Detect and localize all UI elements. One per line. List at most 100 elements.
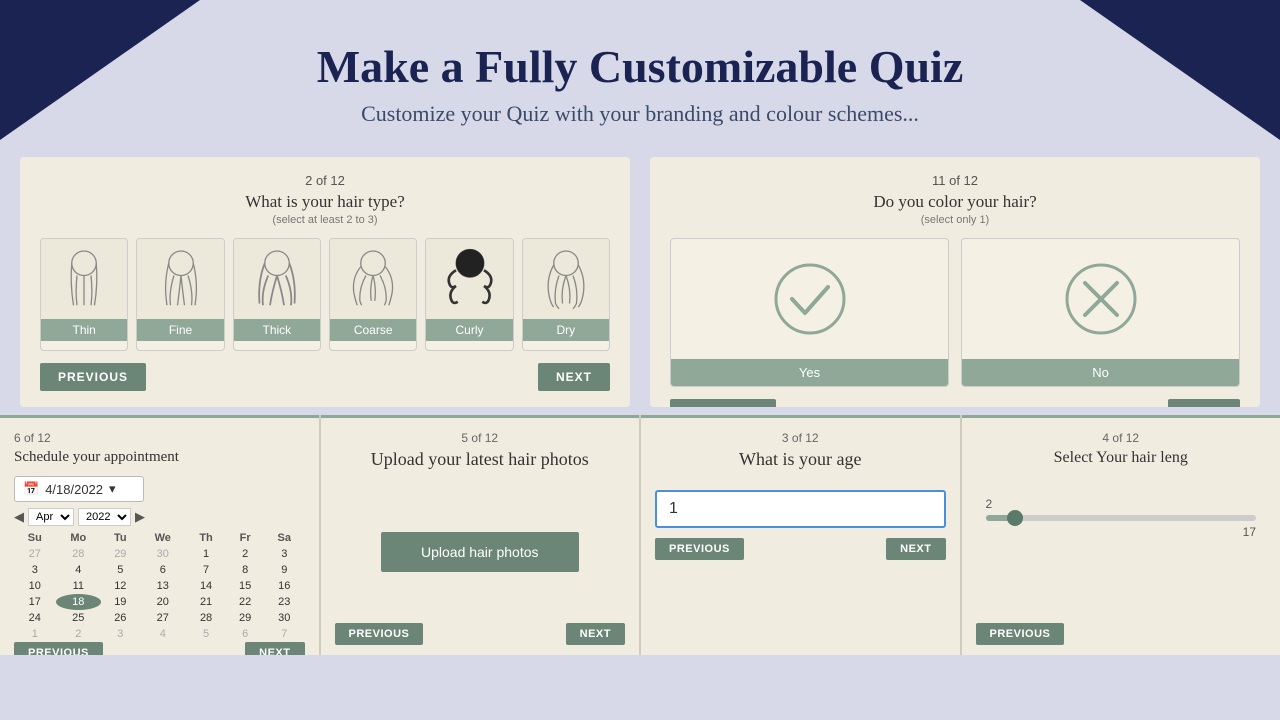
cal-day[interactable]: 29 (101, 546, 140, 562)
calendar-next-arrow[interactable]: ▶ (135, 509, 145, 525)
hair-label-dry: Dry (523, 319, 609, 341)
hair-label-coarse: Coarse (330, 319, 416, 341)
hair-option-curly[interactable]: Curly (425, 238, 513, 351)
cal-day[interactable]: 20 (140, 594, 186, 610)
cal-day[interactable]: 2 (226, 546, 264, 562)
cal-day[interactable]: 3 (264, 546, 304, 562)
color-hair-next-button[interactable]: NEXT (1168, 399, 1240, 407)
hair-type-prev-button[interactable]: PREVIOUS (40, 363, 146, 391)
cal-day[interactable]: 10 (14, 578, 56, 594)
cal-day[interactable]: 7 (264, 626, 304, 642)
cal-th-tu: Tu (101, 530, 140, 546)
cal-day[interactable]: 19 (101, 594, 140, 610)
schedule-progress: 6 of 12 (14, 431, 305, 445)
age-prev-button[interactable]: PREVIOUS (655, 538, 744, 560)
cal-day[interactable]: 1 (186, 546, 226, 562)
upload-prev-button[interactable]: PREVIOUS (335, 623, 424, 645)
hair-option-thick[interactable]: Thick (233, 238, 321, 351)
cal-day[interactable]: 11 (56, 578, 101, 594)
cal-day[interactable]: 8 (226, 562, 264, 578)
cal-day[interactable]: 4 (56, 562, 101, 578)
cal-day[interactable]: 5 (101, 562, 140, 578)
cal-day[interactable]: 26 (101, 610, 140, 626)
schedule-prev-button[interactable]: PREVIOUS (14, 642, 103, 655)
cal-day[interactable]: 3 (101, 626, 140, 642)
yes-label: Yes (671, 359, 948, 386)
cal-day[interactable]: 28 (56, 546, 101, 562)
cal-day[interactable]: 12 (101, 578, 140, 594)
age-question: What is your age (655, 449, 946, 470)
age-next-button[interactable]: NEXT (886, 538, 945, 560)
cal-day[interactable]: 3 (14, 562, 56, 578)
hair-option-thin[interactable]: Thin (40, 238, 128, 351)
cal-day[interactable]: 13 (140, 578, 186, 594)
cal-day[interactable]: 4 (140, 626, 186, 642)
cal-day-today[interactable]: 18 (56, 594, 101, 610)
cal-day[interactable]: 17 (14, 594, 56, 610)
upload-nav: PREVIOUS NEXT (335, 623, 626, 645)
cal-day[interactable]: 15 (226, 578, 264, 594)
cal-day[interactable]: 6 (140, 562, 186, 578)
hair-option-dry[interactable]: Dry (522, 238, 610, 351)
panels-row2: 6 of 12 Schedule your appointment 📅 4/18… (0, 415, 1280, 655)
hair-label-curly: Curly (426, 319, 512, 341)
yn-options: Yes No (670, 238, 1240, 387)
age-input[interactable] (655, 490, 946, 528)
yes-icon-area (750, 239, 870, 359)
page-subtitle: Customize your Quiz with your branding a… (20, 101, 1260, 127)
cal-th-th: Th (186, 530, 226, 546)
upload-button[interactable]: Upload hair photos (381, 532, 579, 572)
calendar-prev-arrow[interactable]: ◀ (14, 509, 24, 525)
cal-day[interactable]: 25 (56, 610, 101, 626)
length-prev-button[interactable]: PREVIOUS (976, 623, 1065, 645)
calendar-date-bar[interactable]: 📅 4/18/2022 ▾ (14, 476, 144, 502)
panel-color-hair: 11 of 12 Do you color your hair? (select… (650, 157, 1260, 407)
calendar-container: 📅 4/18/2022 ▾ ◀ Apr 2022 ▶ Su Mo (14, 476, 305, 642)
slider-thumb[interactable] (1007, 510, 1023, 526)
cal-day[interactable]: 24 (14, 610, 56, 626)
cal-day[interactable]: 1 (14, 626, 56, 642)
hair-label-thin: Thin (41, 319, 127, 341)
calendar-table: Su Mo Tu We Th Fr Sa 27 28 29 30 (14, 530, 305, 642)
hair-type-next-button[interactable]: NEXT (538, 363, 610, 391)
cal-day[interactable]: 27 (140, 610, 186, 626)
calendar-date-value: 4/18/2022 (45, 482, 103, 497)
cal-day[interactable]: 22 (226, 594, 264, 610)
no-label: No (962, 359, 1239, 386)
cal-day[interactable]: 27 (14, 546, 56, 562)
cal-day[interactable]: 5 (186, 626, 226, 642)
upload-next-button[interactable]: NEXT (566, 623, 625, 645)
yn-option-no[interactable]: No (961, 238, 1240, 387)
age-nav: PREVIOUS NEXT (655, 538, 946, 560)
schedule-nav: PREVIOUS NEXT (14, 642, 305, 655)
cal-day[interactable]: 28 (186, 610, 226, 626)
hair-option-fine[interactable]: Fine (136, 238, 224, 351)
color-hair-nav: PREVIOUS NEXT (670, 399, 1240, 407)
cal-day[interactable]: 6 (226, 626, 264, 642)
cal-day[interactable]: 30 (264, 610, 304, 626)
panels-row1: 2 of 12 What is your hair type? (select … (0, 157, 1280, 407)
slider-max-value: 17 (986, 525, 1257, 539)
color-hair-prev-button[interactable]: PREVIOUS (670, 399, 776, 407)
panel-hair-length: 4 of 12 Select Your hair leng 2 17 PREVI… (962, 415, 1280, 655)
cal-day[interactable]: 21 (186, 594, 226, 610)
cal-day[interactable]: 14 (186, 578, 226, 594)
calendar-year-select[interactable]: 2022 (78, 508, 131, 526)
cal-day[interactable]: 29 (226, 610, 264, 626)
hair-type-instruction: (select at least 2 to 3) (40, 214, 610, 226)
hair-label-thick: Thick (234, 319, 320, 341)
schedule-next-button[interactable]: NEXT (245, 642, 304, 655)
yn-option-yes[interactable]: Yes (670, 238, 949, 387)
cal-day[interactable]: 9 (264, 562, 304, 578)
cal-day[interactable]: 2 (56, 626, 101, 642)
cal-day[interactable]: 23 (264, 594, 304, 610)
cal-day[interactable]: 7 (186, 562, 226, 578)
cal-day[interactable]: 16 (264, 578, 304, 594)
hair-option-coarse[interactable]: Coarse (329, 238, 417, 351)
cal-day[interactable]: 30 (140, 546, 186, 562)
hair-type-progress: 2 of 12 (40, 173, 610, 188)
calendar-month-select[interactable]: Apr (28, 508, 74, 526)
slider-min-label: 2 (986, 497, 993, 511)
upload-progress-line (321, 415, 640, 418)
schedule-progress-line (0, 415, 319, 418)
